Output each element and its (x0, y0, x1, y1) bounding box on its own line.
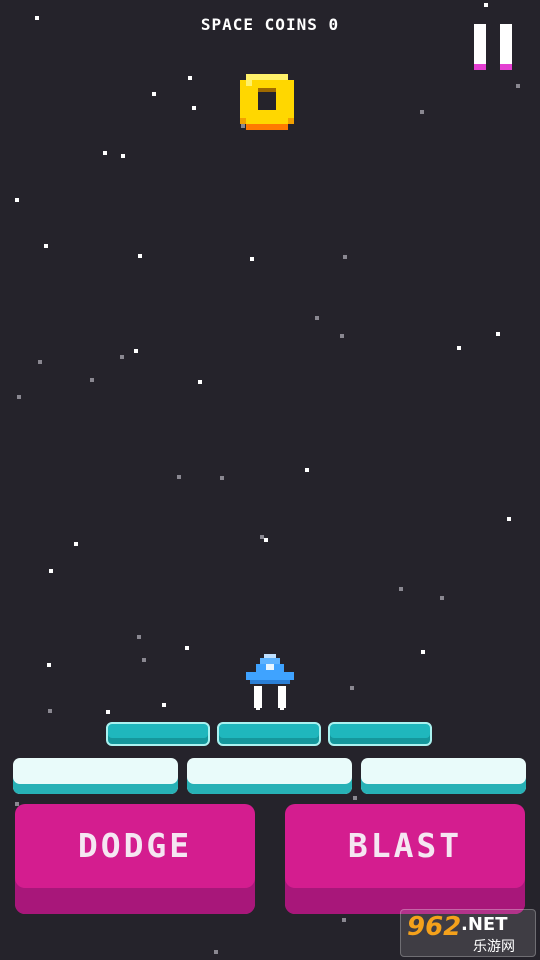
space-coins-counter: SPACE COINS 0 (200, 15, 340, 34)
watermark-domain: .NET (461, 914, 508, 935)
dodge-label: DODGE (77, 826, 193, 865)
blast-label: BLAST (347, 826, 463, 865)
pause-icon (474, 24, 486, 70)
coin-icon (240, 74, 294, 130)
platform-lower-left (13, 758, 178, 794)
platform-upper-middle (217, 722, 321, 746)
platform-upper-right (328, 722, 432, 746)
dodge-button[interactable]: DODGE (15, 804, 255, 914)
platform-lower-middle (187, 758, 352, 794)
pause-button[interactable] (474, 24, 512, 70)
spaceship-icon[interactable] (246, 654, 294, 712)
site-watermark: 962 .NET 乐游网 (400, 909, 536, 957)
watermark-chinese: 乐游网 (473, 939, 515, 955)
watermark-number: 962 (407, 912, 462, 942)
pause-icon-bar (500, 24, 512, 70)
platform-lower-right (361, 758, 526, 794)
blast-button[interactable]: BLAST (285, 804, 525, 914)
platform-upper-left (106, 722, 210, 746)
